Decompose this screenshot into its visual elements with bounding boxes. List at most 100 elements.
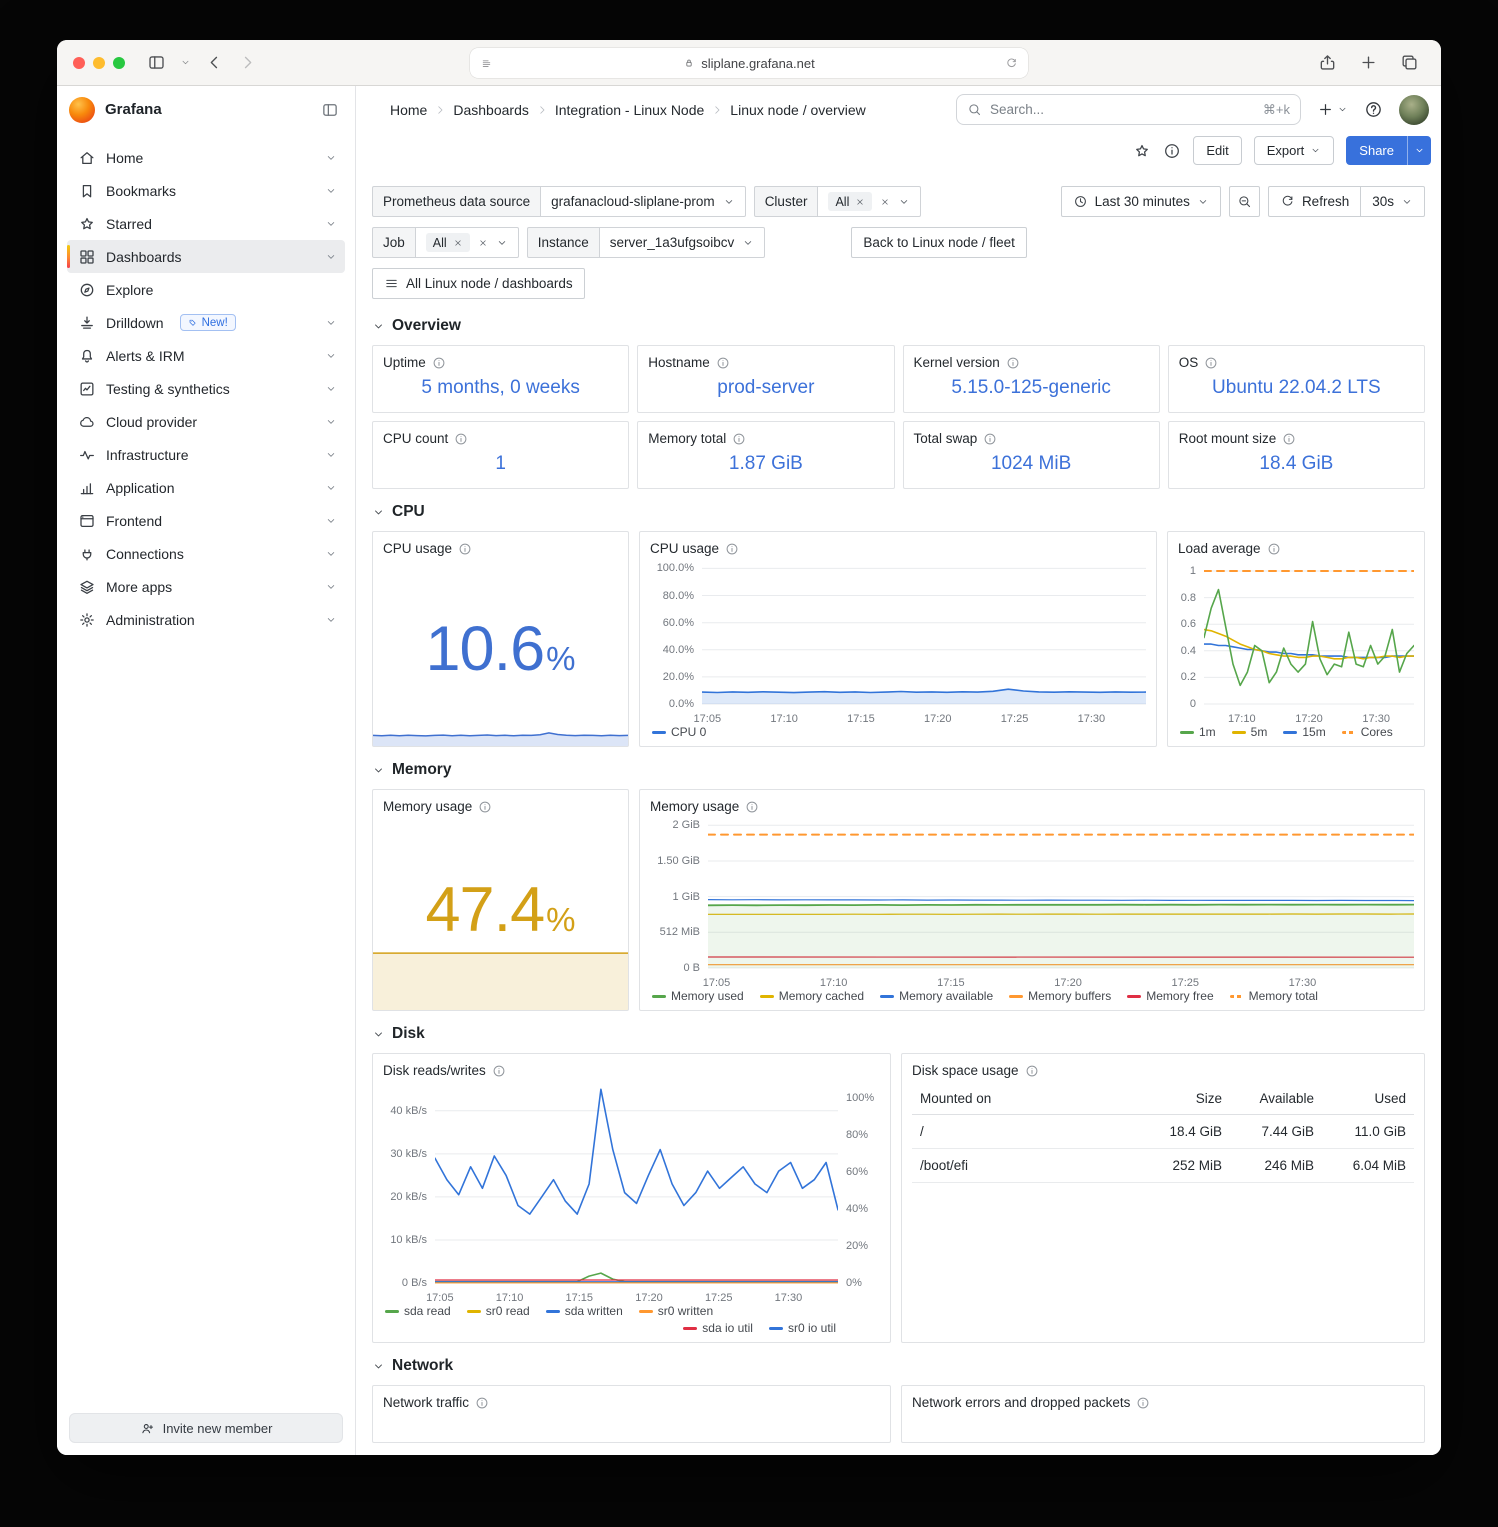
breadcrumb-item-integration-linux-node[interactable]: Integration - Linux Node [555,102,704,118]
info-icon[interactable] [492,1064,506,1078]
dashboard-info-icon[interactable] [1163,142,1181,160]
info-icon[interactable] [1204,356,1218,370]
grafana-logo[interactable] [69,97,95,123]
filter-chip[interactable]: All [426,233,470,252]
info-icon[interactable] [1267,542,1281,556]
datasource-picker[interactable]: Prometheus data source grafanacloud-slip… [372,186,746,217]
instance-picker[interactable]: Instance server_1a3ufgsoibcv [527,227,766,258]
legend-item-1m[interactable]: 1m [1180,725,1216,739]
chevron-down-icon[interactable] [325,317,337,329]
search-input[interactable] [990,102,1255,117]
user-avatar[interactable] [1399,95,1429,125]
info-icon[interactable] [732,432,746,446]
chevron-down-icon[interactable] [325,482,337,494]
add-new-button[interactable] [1317,101,1348,118]
dock-menu-icon[interactable] [321,101,339,119]
info-icon[interactable] [745,800,759,814]
info-icon[interactable] [478,800,492,814]
sidebar-item-dashboards[interactable]: Dashboards [67,240,345,273]
legend-item-memory-total[interactable]: Memory total [1230,989,1318,1003]
section-disk[interactable]: Disk [372,1025,1425,1043]
legend-item-sr0-io-util[interactable]: sr0 io util [769,1321,836,1335]
back-icon[interactable] [205,53,224,72]
fullscreen-window-button[interactable] [113,57,125,69]
legend-item-sda-read[interactable]: sda read [385,1304,451,1318]
chevron-down-icon[interactable] [180,57,191,68]
minimize-window-button[interactable] [93,57,105,69]
legend-item-cpu-0[interactable]: CPU 0 [652,725,706,739]
sidebar-item-connections[interactable]: Connections [67,537,345,570]
chevron-down-icon[interactable] [325,515,337,527]
cluster-filter[interactable]: Cluster All [754,186,922,217]
zoom-out-button[interactable] [1229,186,1260,217]
chart-plot-area[interactable] [1204,559,1414,711]
time-range-picker[interactable]: Last 30 minutes [1061,186,1221,217]
share-button[interactable]: Share [1346,136,1431,165]
info-icon[interactable] [432,356,446,370]
chevron-down-icon[interactable] [325,251,337,263]
chevron-down-icon[interactable] [325,614,337,626]
chevron-down-icon[interactable] [325,416,337,428]
clear-filter-icon[interactable] [880,197,890,207]
chevron-down-icon[interactable] [325,152,337,164]
filter-chip[interactable]: All [828,192,872,211]
sidebar-item-starred[interactable]: Starred [67,207,345,240]
legend-item-sda-io-util[interactable]: sda io util [683,1321,753,1335]
browser-sidebar-toggle-icon[interactable] [147,53,166,72]
breadcrumb-item-home[interactable]: Home [390,102,427,118]
sidebar-item-frontend[interactable]: Frontend [67,504,345,537]
section-overview[interactable]: Overview [372,317,1425,335]
legend-item-memory-available[interactable]: Memory available [880,989,993,1003]
chevron-down-icon[interactable] [325,581,337,593]
chart-plot-area[interactable] [702,559,1146,711]
chevron-down-icon[interactable] [325,383,337,395]
all-dashboards-button[interactable]: All Linux node / dashboards [372,268,585,299]
legend-item-memory-cached[interactable]: Memory cached [760,989,864,1003]
browser-share-icon[interactable] [1318,53,1337,72]
legend-item-memory-used[interactable]: Memory used [652,989,744,1003]
chevron-down-icon[interactable] [325,185,337,197]
info-icon[interactable] [1136,1396,1150,1410]
info-icon[interactable] [1025,1064,1039,1078]
chart-plot-area[interactable] [708,817,1414,975]
new-tab-icon[interactable] [1359,53,1378,72]
chevron-down-icon[interactable] [325,218,337,230]
chevron-down-icon[interactable] [325,548,337,560]
help-icon[interactable] [1364,100,1383,119]
info-icon[interactable] [458,542,472,556]
job-filter[interactable]: Job All [372,227,519,258]
share-menu-caret[interactable] [1407,136,1431,165]
chevron-down-icon[interactable] [325,449,337,461]
info-icon[interactable] [1282,432,1296,446]
close-icon[interactable] [855,197,865,207]
legend-item-cores[interactable]: Cores [1342,725,1393,739]
sidebar-item-more-apps[interactable]: More apps [67,570,345,603]
refresh-button[interactable]: Refresh [1268,186,1361,217]
clear-filter-icon[interactable] [478,238,488,248]
legend-item-sda-written[interactable]: sda written [546,1304,623,1318]
export-button[interactable]: Export [1254,136,1335,165]
sidebar-item-testing-synthetics[interactable]: Testing & synthetics [67,372,345,405]
sidebar-item-administration[interactable]: Administration [67,603,345,636]
sidebar-item-cloud-provider[interactable]: Cloud provider [67,405,345,438]
legend-item-5m[interactable]: 5m [1232,725,1268,739]
address-bar[interactable]: sliplane.grafana.net [470,48,1028,78]
invite-member-button[interactable]: Invite new member [69,1413,343,1443]
info-icon[interactable] [716,356,730,370]
legend-item-memory-buffers[interactable]: Memory buffers [1009,989,1111,1003]
close-icon[interactable] [453,238,463,248]
reader-icon[interactable] [480,57,493,70]
back-to-fleet-button[interactable]: Back to Linux node / fleet [851,227,1027,258]
info-icon[interactable] [983,432,997,446]
tab-overview-icon[interactable] [1400,53,1419,72]
breadcrumb-item-dashboards[interactable]: Dashboards [453,102,529,118]
section-memory[interactable]: Memory [372,761,1425,779]
close-window-button[interactable] [73,57,85,69]
refresh-interval-picker[interactable]: 30s [1361,186,1425,217]
sidebar-item-infrastructure[interactable]: Infrastructure [67,438,345,471]
info-icon[interactable] [1006,356,1020,370]
chart-plot-area[interactable] [435,1081,838,1290]
legend-item-sr0-written[interactable]: sr0 written [639,1304,713,1318]
section-cpu[interactable]: CPU [372,503,1425,521]
favorite-star-icon[interactable] [1133,142,1151,160]
